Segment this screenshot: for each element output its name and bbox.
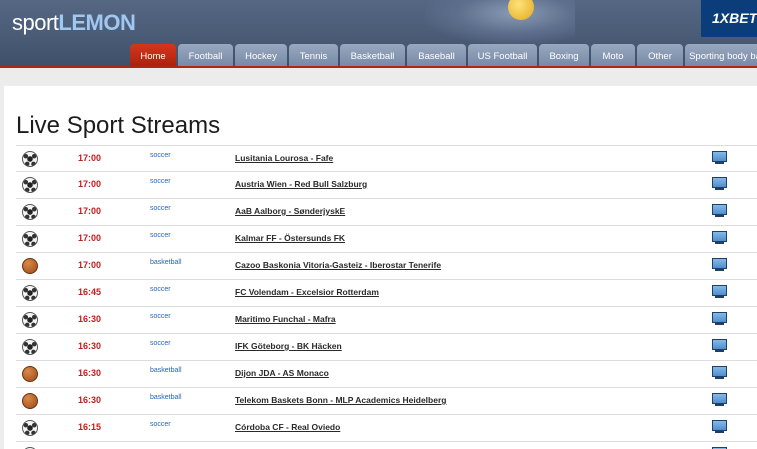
event-match-link[interactable]: AaB Aalborg - SønderjyskE xyxy=(235,206,345,216)
event-row: 16:30 basketball Dijon JDA - AS Monaco xyxy=(16,361,757,388)
event-list: 17:00 soccer Lusitania Lourosa - Fafe 17:00… xyxy=(16,145,757,449)
event-time: 17:00 xyxy=(78,179,102,189)
event-time: 16:30 xyxy=(78,314,102,324)
site-logo[interactable]: sportLEMON xyxy=(12,10,136,36)
event-match-link[interactable]: Telekom Baskets Bonn - MLP Academics Hei… xyxy=(235,395,446,405)
nav-item-hockey[interactable]: Hockey xyxy=(235,44,287,68)
event-row: 17:00 basketball Cazoo Baskonia Vitoria-Ga… xyxy=(16,253,757,280)
basketball-icon xyxy=(22,393,38,409)
soccer-ball-icon xyxy=(22,177,38,193)
tv-stream-icon[interactable] xyxy=(712,177,727,190)
event-match-link[interactable]: Dijon JDA - AS Monaco xyxy=(235,368,329,378)
event-sport: soccer xyxy=(150,178,171,185)
event-time: 17:00 xyxy=(78,260,102,270)
event-sport: basketball xyxy=(150,367,182,374)
event-sport: basketball xyxy=(150,394,182,401)
event-sport: basketball xyxy=(150,259,182,266)
tv-stream-icon[interactable] xyxy=(712,393,727,406)
event-match-link[interactable]: Austria Wien - Red Bull Salzburg xyxy=(235,179,367,189)
tv-stream-icon[interactable] xyxy=(712,151,727,164)
promo-banner[interactable]: 1XBET xyxy=(701,0,757,37)
main-content: Live Sport Streams 17:00 soccer Lusitania … xyxy=(4,86,757,449)
header-banner-image xyxy=(425,0,575,44)
event-time: 16:15 xyxy=(78,422,102,432)
nav-item-tennis[interactable]: Tennis xyxy=(289,44,338,68)
event-sport: soccer xyxy=(150,340,171,347)
event-row: 16:45 soccer FC Volendam - Excelsior Rotte… xyxy=(16,280,757,307)
event-match-link[interactable]: Cazoo Baskonia Vitoria-Gasteiz - Iberost… xyxy=(235,260,441,270)
event-time: 16:30 xyxy=(78,368,102,378)
tv-stream-icon[interactable] xyxy=(712,312,727,325)
soccer-ball-icon xyxy=(22,420,38,436)
event-row: 16:15 soccer Córdoba CF - Real Oviedo xyxy=(16,415,757,442)
event-match-link[interactable]: IFK Göteborg - BK Häcken xyxy=(235,341,342,351)
event-sport: soccer xyxy=(150,205,171,212)
soccer-ball-icon xyxy=(22,312,38,328)
event-row: 17:00 soccer Kalmar FF - Östersunds FK xyxy=(16,226,757,253)
soccer-ball-icon xyxy=(22,204,38,220)
nav-item-us-football[interactable]: US Football xyxy=(468,44,537,68)
event-sport: soccer xyxy=(150,232,171,239)
site-header: sportLEMON 1XBET Home Football Hockey Tenni… xyxy=(0,0,757,68)
soccer-ball-icon xyxy=(22,151,38,167)
event-time: 17:00 xyxy=(78,153,102,163)
event-time: 17:00 xyxy=(78,233,102,243)
event-row: 16:15soccer xyxy=(16,442,757,449)
event-match-link[interactable]: Lusitania Lourosa - Fafe xyxy=(235,153,333,163)
event-sport: soccer xyxy=(150,421,171,428)
logo-sport-text: sport xyxy=(12,10,59,35)
event-sport: soccer xyxy=(150,313,171,320)
event-match-link[interactable]: FC Volendam - Excelsior Rotterdam xyxy=(235,287,379,297)
tv-stream-icon[interactable] xyxy=(712,420,727,433)
event-sport: soccer xyxy=(150,152,171,159)
tv-stream-icon[interactable] xyxy=(712,231,727,244)
basketball-icon xyxy=(22,258,38,274)
event-row: 16:30 basketball Telekom Baskets Bonn - ML… xyxy=(16,388,757,415)
event-time: 16:30 xyxy=(78,395,102,405)
event-row: 16:30 soccer IFK Göteborg - BK Häcken xyxy=(16,334,757,361)
nav-item-home[interactable]: Home xyxy=(130,44,176,68)
tv-stream-icon[interactable] xyxy=(712,366,727,379)
event-time: 17:00 xyxy=(78,206,102,216)
page-title: Live Sport Streams xyxy=(16,112,221,139)
nav-item-sporting-body-ba[interactable]: Sporting body ba xyxy=(685,44,757,68)
nav-item-basketball[interactable]: Basketball xyxy=(340,44,405,68)
soccer-ball-icon xyxy=(22,285,38,301)
nav-item-boxing[interactable]: Boxing xyxy=(539,44,589,68)
nav-item-moto[interactable]: Moto xyxy=(591,44,635,68)
event-row: 17:00 soccer Lusitania Lourosa - Fafe xyxy=(16,145,757,172)
event-match-link[interactable]: Kalmar FF - Östersunds FK xyxy=(235,233,345,243)
soccer-ball-icon xyxy=(22,339,38,355)
tv-stream-icon[interactable] xyxy=(712,339,727,352)
event-row: 16:30 soccer Maritimo Funchal - Mafra xyxy=(16,307,757,334)
tv-stream-icon[interactable] xyxy=(712,258,727,271)
nav-divider xyxy=(0,66,757,68)
basketball-icon xyxy=(22,366,38,382)
nav-item-football[interactable]: Football xyxy=(178,44,233,68)
event-match-link[interactable]: Córdoba CF - Real Oviedo xyxy=(235,422,340,432)
promo-text: 1XBET xyxy=(712,10,757,26)
soccer-ball-icon xyxy=(22,231,38,247)
event-row: 17:00 soccer Austria Wien - Red Bull Salzb… xyxy=(16,172,757,199)
event-time: 16:45 xyxy=(78,287,102,297)
event-row: 17:00 soccer AaB Aalborg - SønderjyskE xyxy=(16,199,757,226)
tv-stream-icon[interactable] xyxy=(712,285,727,298)
main-nav: Home Football Hockey Tennis Basketball Baseba… xyxy=(130,44,757,68)
event-time: 16:30 xyxy=(78,341,102,351)
event-match-link[interactable]: Maritimo Funchal - Mafra xyxy=(235,314,336,324)
nav-item-baseball[interactable]: Baseball xyxy=(407,44,466,68)
logo-lemon-text: LEMON xyxy=(58,10,136,35)
tv-stream-icon[interactable] xyxy=(712,204,727,217)
nav-item-other[interactable]: Other xyxy=(637,44,683,68)
event-sport: soccer xyxy=(150,286,171,293)
